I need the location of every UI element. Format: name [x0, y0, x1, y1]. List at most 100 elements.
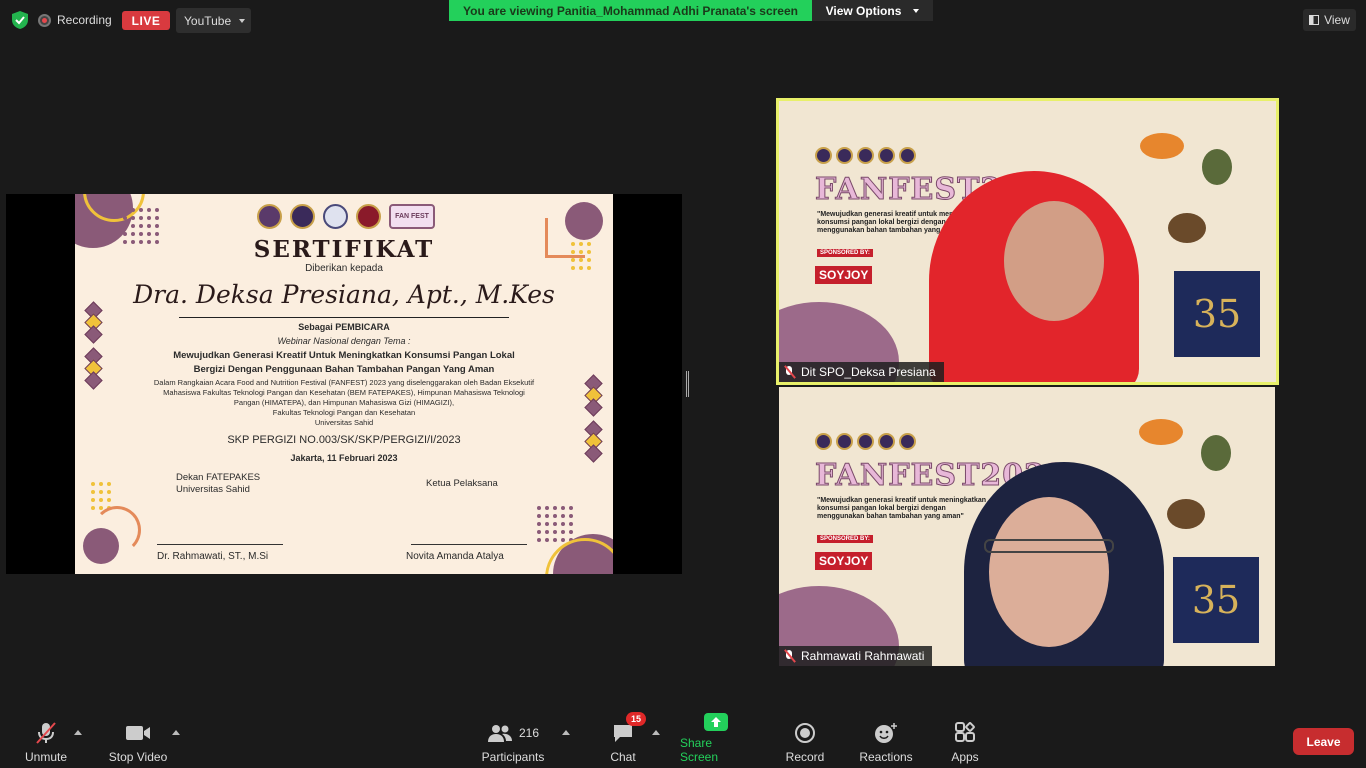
unmute-button[interactable]: Unmute: [22, 720, 70, 764]
food-decor: [1139, 419, 1183, 445]
theme-line: Bergizi Dengan Penggunaan Bahan Tambahan…: [193, 364, 495, 375]
record-dot-icon: [38, 13, 51, 27]
audio-options-caret[interactable]: [74, 730, 82, 735]
decor-ring: [545, 538, 613, 574]
description-line: Universitas Sahid: [314, 418, 374, 427]
food-decor: [1201, 435, 1231, 471]
recording-indicator[interactable]: Recording: [38, 9, 112, 31]
participants-label: Participants: [481, 750, 545, 764]
youtube-label: YouTube: [184, 13, 232, 28]
view-label: View: [1324, 13, 1350, 27]
participants-count: 216: [518, 726, 540, 740]
record-icon: [795, 723, 815, 743]
skp-number: SKP PERGIZI NO.003/SK/SKP/PERGIZI/I/2023: [227, 434, 461, 446]
himagizi-logo: [356, 204, 381, 229]
apps-label: Apps: [951, 750, 979, 764]
muted-mic-icon: [783, 650, 795, 662]
participant-face: [989, 497, 1109, 647]
sponsored-label: SPONSORED BY:: [817, 249, 873, 257]
chat-icon: [614, 725, 632, 742]
share-screen-icon: [704, 713, 728, 731]
video-tile[interactable]: FANFEST2023 "Mewujudkan generasi kreatif…: [779, 387, 1275, 666]
description-line: Mahasiswa Fakultas Teknologi Pangan dan …: [163, 388, 525, 397]
dean-title-line: Dekan FATEPAKES: [176, 472, 261, 483]
certificate-title: SERTIFIKAT: [253, 236, 435, 263]
description-line: Dalam Rangkaian Acara Food and Nutrition…: [153, 378, 535, 387]
dies-natalis-logo: 35: [1174, 271, 1260, 357]
live-badge[interactable]: LIVE: [122, 11, 170, 30]
participant-name: Rahmawati Rahmawati: [801, 649, 925, 663]
participants-icon: [487, 725, 512, 742]
signature-line: [411, 544, 527, 545]
meeting-toolbar: Unmute Stop Video 216 Participants 15 Ch…: [0, 708, 1366, 768]
dean-title-line: Universitas Sahid: [176, 484, 250, 495]
decor-diamond: [584, 398, 603, 417]
webinar-label: Webinar Nasional dengan Tema :: [277, 336, 411, 346]
dies-natalis-logo: 35: [1173, 557, 1259, 643]
decor-circle: [83, 528, 119, 564]
sponsored-label: SPONSORED BY:: [817, 535, 873, 543]
food-decor: [1167, 499, 1205, 529]
leave-button[interactable]: Leave: [1293, 728, 1354, 755]
fanfest-quote: "Mewujudkan generasi kreatif untuk menin…: [817, 497, 987, 520]
certificate-date: Jakarta, 11 Februari 2023: [290, 453, 398, 463]
share-screen-button[interactable]: Share Screen: [680, 713, 752, 764]
sponsor-logo: SOYJOY: [815, 266, 873, 284]
record-label: Record: [785, 750, 825, 764]
sponsor-logo: SOYJOY: [815, 552, 873, 570]
chat-label: Chat: [610, 750, 636, 764]
reactions-button[interactable]: Reactions: [858, 720, 914, 764]
decor-dots: [91, 482, 111, 510]
panel-resize-handle[interactable]: [686, 371, 689, 397]
screen-share-banner: You are viewing Panitia_Mohammad Adhi Pr…: [449, 0, 812, 21]
chair-title: Ketua Pelaksana: [426, 478, 498, 489]
youtube-dropdown[interactable]: YouTube: [176, 8, 251, 33]
mic-muted-icon: [36, 722, 56, 744]
video-camera-icon: [126, 726, 150, 740]
university-logo: [257, 204, 282, 229]
food-decor: [1202, 149, 1232, 185]
participant-nametag: Dit SPO_Deksa Presiana: [779, 362, 944, 382]
webinar-theme: Mewujudkan Generasi Kreatif Untuk Mening…: [75, 349, 613, 377]
dean-signer: Dr. Rahmawati, ST., M.Si: [157, 551, 269, 562]
view-button[interactable]: View: [1303, 9, 1356, 31]
certificate-given-to: Diberikan kepada: [305, 263, 383, 274]
glasses: [984, 539, 1114, 553]
participants-options-caret[interactable]: [562, 730, 570, 735]
himatepa-logo: [323, 204, 348, 229]
record-button[interactable]: Record: [784, 720, 826, 764]
fanfest-logo: FAN FEST: [389, 204, 435, 229]
description-line: Fakultas Teknologi Pangan dan Kesehatan: [272, 408, 416, 417]
bem-logo: [290, 204, 315, 229]
chair-signer: Novita Amanda Atalya: [406, 551, 504, 562]
chat-button[interactable]: 15 Chat: [606, 712, 646, 764]
chevron-down-icon: [239, 18, 246, 23]
view-layout-icon: [1309, 15, 1320, 25]
encryption-shield-icon[interactable]: [10, 10, 30, 30]
tile-logos: [815, 433, 916, 450]
share-screen-label: Share Screen: [680, 736, 719, 764]
chat-options-caret[interactable]: [652, 730, 660, 735]
theme-line: Mewujudkan Generasi Kreatif Untuk Mening…: [173, 350, 515, 361]
certificate-logos: FAN FEST: [257, 204, 435, 229]
chevron-down-icon: [913, 8, 920, 13]
muted-mic-icon: [783, 366, 795, 378]
apps-icon: [955, 722, 975, 742]
reactions-label: Reactions: [859, 750, 913, 764]
dean-title: Dekan FATEPAKES Universitas Sahid: [176, 472, 260, 496]
participant-name: Dit SPO_Deksa Presiana: [801, 365, 936, 379]
video-tile-active-speaker[interactable]: FANFEST2023 "Mewujudkan generasi kreatif…: [776, 98, 1279, 385]
description-line: Pangan (HIMATEPA), dan Himpunan Mahasisw…: [233, 398, 455, 407]
food-decor: [1168, 213, 1206, 243]
participant-face: [1004, 201, 1104, 321]
stop-video-button[interactable]: Stop Video: [106, 720, 170, 764]
recording-label: Recording: [57, 13, 112, 27]
tile-logos: [815, 147, 916, 164]
name-underline: [179, 317, 509, 318]
signature-line: [157, 544, 283, 545]
view-options-button[interactable]: View Options: [812, 0, 933, 21]
participants-button[interactable]: 216 Participants: [480, 720, 546, 764]
apps-button[interactable]: Apps: [948, 720, 982, 764]
video-options-caret[interactable]: [172, 730, 180, 735]
shared-screen[interactable]: FAN FEST SERTIFIKAT Diberikan kepada Dra…: [6, 194, 682, 574]
